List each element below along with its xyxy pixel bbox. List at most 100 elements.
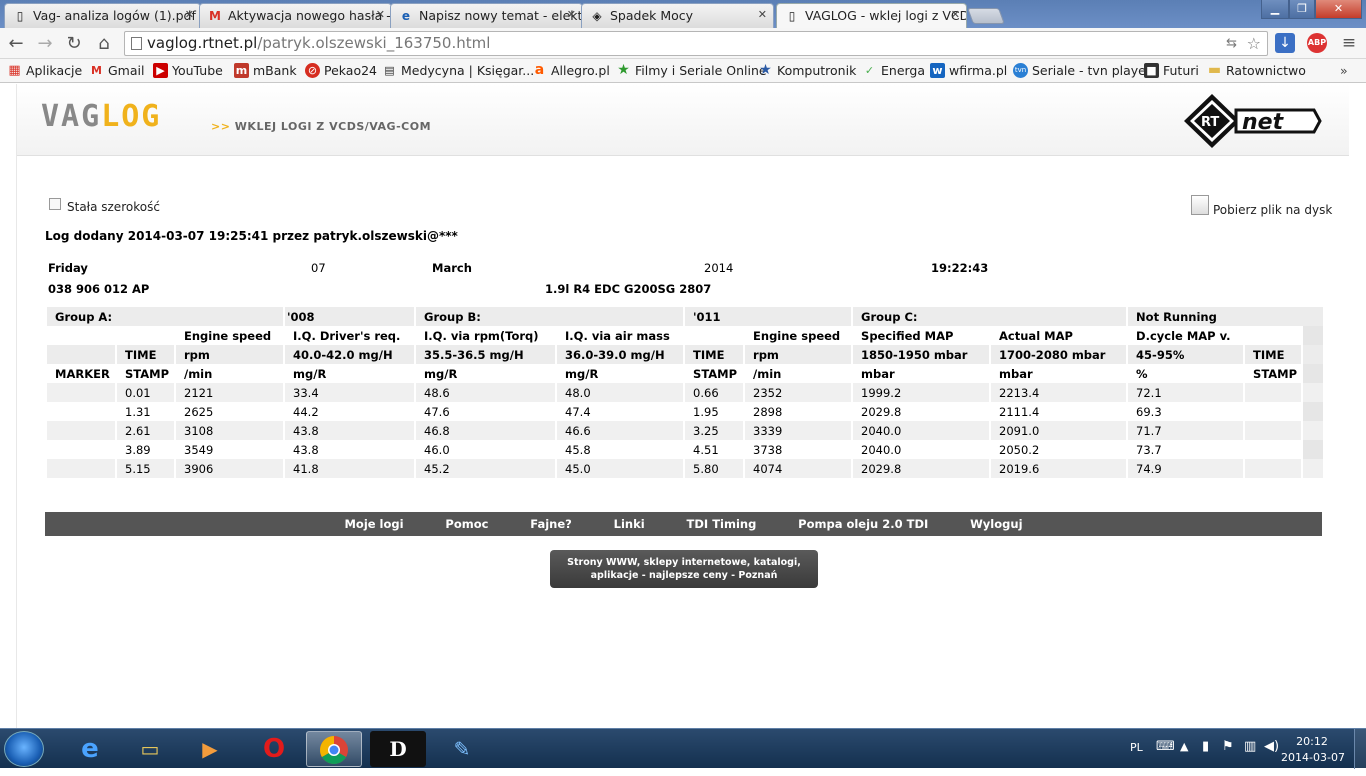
bookmark-komputronik[interactable]: ★ Komputronik <box>758 63 856 79</box>
start-button[interactable] <box>4 731 44 767</box>
document-icon: ▯ <box>16 9 24 23</box>
bookmark-aplikacje[interactable]: ▦ Aplikacje <box>7 63 82 79</box>
page-container: VAGLOG >> WKLEJ LOGI Z VCDS/VAG-COM net … <box>16 84 1351 728</box>
bookmark-tvn-player[interactable]: tvn Seriale - tvn player <box>1013 63 1151 79</box>
new-tab-button[interactable] <box>967 8 1005 24</box>
battery-icon[interactable]: ▮ <box>1202 739 1209 754</box>
adblock-icon[interactable]: ABP <box>1307 33 1327 53</box>
forward-icon[interactable]: → <box>34 33 56 55</box>
nav-pompa-oleju[interactable]: Pompa oleju 2.0 TDI <box>798 512 928 536</box>
daemon-tools-icon[interactable]: D <box>370 731 426 767</box>
apps-grid-icon: ▦ <box>8 63 21 78</box>
bookmark-pekao24[interactable]: ⊘ Pekao24 <box>305 63 377 79</box>
table-row: 0.01 2121 33.4 48.6 48.0 0.66 2352 1999.2 2213.4… <box>47 383 1324 402</box>
folder-icon: ▬ <box>1207 62 1222 78</box>
close-icon[interactable]: ✕ <box>376 8 385 21</box>
fixed-width-checkbox[interactable] <box>49 198 61 210</box>
file-explorer-icon[interactable]: ▭ <box>122 731 178 767</box>
col-head: mg/R <box>565 366 599 381</box>
nav-linki[interactable]: Linki <box>614 512 645 536</box>
table-row: 2.61 3108 43.8 46.8 46.6 3.25 3339 2040.0 2091.0… <box>47 421 1324 440</box>
table-cell: 46.8 <box>416 421 556 440</box>
bookmark-ratownictwo[interactable]: ▬ Ratownictwo <box>1207 63 1306 79</box>
address-bar[interactable]: vaglog.rtnet.pl/patryk.olszewski_163750.… <box>124 31 1268 56</box>
download-file-icon[interactable] <box>1191 195 1209 215</box>
col-head: 45-95% <box>1128 345 1244 364</box>
ad-banner[interactable]: Strony WWW, sklepy internetowe, katalogi… <box>550 550 818 588</box>
bookmark-wfirma[interactable]: w wfirma.pl <box>930 63 1007 79</box>
close-window-button[interactable]: ✕ <box>1315 0 1362 19</box>
maximize-button[interactable]: ❐ <box>1289 0 1315 19</box>
bookmark-allegro[interactable]: a Allegro.pl <box>532 63 610 79</box>
minimize-button[interactable]: ▁ <box>1261 0 1289 19</box>
bookmark-energa[interactable]: ✓ Energa <box>862 63 925 79</box>
bookmark-futuri[interactable]: ■ Futuri <box>1144 63 1199 79</box>
table-cell: 2040.0 <box>861 442 902 457</box>
translate-icon[interactable]: ⇆ <box>1226 32 1237 55</box>
bookmark-gmail[interactable]: M Gmail <box>89 63 144 79</box>
group-c-value: Not Running <box>1128 307 1324 326</box>
table-cell: 72.1 <box>1128 383 1244 402</box>
nav-tdi-timing[interactable]: TDI Timing <box>687 512 757 536</box>
tab-title: Aktywacja nowego hasła - <box>228 8 391 23</box>
table-cell <box>47 459 115 478</box>
log-date: 07 <box>311 261 326 275</box>
close-icon[interactable]: ✕ <box>758 8 767 21</box>
show-hidden-icons[interactable]: ▲ <box>1180 740 1188 753</box>
clock-time[interactable]: 20:12 <box>1286 735 1338 748</box>
log-added-info: Log dodany 2014-03-07 19:25:41 przez pat… <box>45 229 458 243</box>
table-cell: 46.6 <box>557 421 684 440</box>
table-cell: 2213.4 <box>991 383 1127 402</box>
table-cell: 2625 <box>184 404 214 419</box>
table-cell: 5.80 <box>685 459 744 478</box>
opera-icon[interactable]: O <box>246 731 302 767</box>
vaglog-logo[interactable]: VAGLOG <box>41 100 161 134</box>
table-cell: 3738 <box>753 442 783 457</box>
nav-pomoc[interactable]: Pomoc <box>445 512 488 536</box>
group-c-label: Group C: <box>853 307 1127 326</box>
show-desktop-button[interactable] <box>1354 729 1366 769</box>
bookmark-filmy-seriale[interactable]: ★ Filmy i Seriale Online <box>616 63 766 79</box>
language-indicator[interactable]: PL <box>1130 741 1143 754</box>
reload-icon[interactable]: ↻ <box>63 33 85 55</box>
internet-explorer-icon[interactable]: e <box>62 731 118 767</box>
table-cell: 46.0 <box>424 442 450 457</box>
gmail-icon: M <box>209 9 221 23</box>
download-file-link[interactable]: Pobierz plik na dysk <box>1213 203 1332 217</box>
bookmark-mbank[interactable]: m mBank <box>234 63 297 79</box>
nav-wyloguj[interactable]: Wyloguj <box>970 512 1022 536</box>
nav-fajne[interactable]: Fajne? <box>530 512 572 536</box>
download-extension-icon[interactable]: ↓ <box>1275 33 1295 53</box>
col-head: Engine speed <box>184 328 272 343</box>
home-icon[interactable]: ⌂ <box>93 33 115 55</box>
more-bookmarks-icon[interactable]: » <box>1340 63 1348 79</box>
media-player-icon[interactable]: ▶ <box>182 731 238 767</box>
bookmark-medycyna[interactable]: ▤ Medycyna | Księgar... <box>382 63 534 79</box>
volume-icon[interactable]: ◀) <box>1264 739 1279 754</box>
close-icon[interactable]: ✕ <box>567 8 576 21</box>
menu-icon[interactable]: ≡ <box>1339 33 1359 53</box>
bookmark-youtube[interactable]: ▶ YouTube <box>153 63 223 79</box>
close-icon[interactable]: ✕ <box>951 8 960 21</box>
back-icon[interactable]: ← <box>5 33 27 55</box>
page-scrollbar[interactable] <box>1349 84 1366 728</box>
chrome-icon[interactable] <box>306 731 362 767</box>
rtnet-logo[interactable]: net RT <box>1182 92 1322 150</box>
star-icon[interactable]: ☆ <box>1247 32 1261 55</box>
keyboard-icon[interactable]: ⌨ <box>1156 739 1175 754</box>
tab-vag-analiza[interactable]: ▯ Vag- analiza logów (1).pdf ✕ <box>4 3 201 28</box>
clock-date[interactable]: 2014-03-07 <box>1280 751 1346 764</box>
nav-moje-logi[interactable]: Moje logi <box>344 512 403 536</box>
action-center-icon[interactable]: ⚑ <box>1222 739 1234 754</box>
tab-aktywacja[interactable]: M Aktywacja nowego hasła - ✕ <box>199 3 392 28</box>
tab-vaglog[interactable]: ▯ VAGLOG - wklej logi z VCD ✕ <box>776 3 967 29</box>
tab-napisz-temat[interactable]: e Napisz nowy temat - elekt ✕ <box>390 3 583 28</box>
paint-icon[interactable]: ✎ <box>434 731 490 767</box>
tab-spadek-mocy[interactable]: ◈ Spadek Mocy ✕ <box>581 3 774 28</box>
gmail-icon: M <box>91 64 102 77</box>
close-icon[interactable]: ✕ <box>185 8 194 21</box>
table-cell: 2898 <box>753 404 783 419</box>
table-cell: 33.4 <box>285 383 415 402</box>
network-icon[interactable]: ▥ <box>1244 739 1256 754</box>
col-head: MARKER <box>55 366 110 381</box>
